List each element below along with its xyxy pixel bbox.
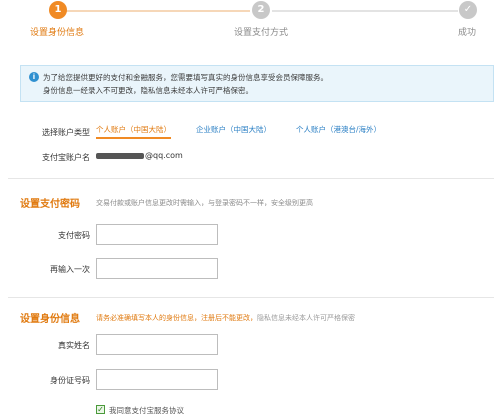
id-number-input[interactable] <box>96 369 218 390</box>
account-name-label: 支付宝账户名 <box>42 153 90 162</box>
real-name-input[interactable] <box>96 334 218 355</box>
progress-line-2 <box>272 10 458 12</box>
account-name-value: @qq.com <box>96 151 183 160</box>
confirm-password-input[interactable] <box>96 258 218 279</box>
step-3-label: 成功 <box>458 28 477 38</box>
notice-line-1: 为了给您提供更好的支付和金融服务，您需要填写真实的身份信息享受会员保障服务。 <box>43 73 328 82</box>
agreement-text[interactable]: 我同意支付宝服务协议 <box>109 405 184 414</box>
progress-line-1 <box>60 10 250 12</box>
notice-line-2: 身份信息一经录入不可更改，隐私信息未经本人许可严格保密。 <box>43 86 253 95</box>
info-icon: i <box>29 72 39 82</box>
identity-section-title: 设置身份信息 <box>20 314 80 325</box>
identity-hint-rest: 隐私信息未经本人许可严格保密 <box>257 314 355 322</box>
check-icon: ✓ <box>459 1 477 19</box>
identity-hint: 请务必准确填写本人的身份信息，注册后不能更改，隐私信息未经本人许可严格保密 <box>96 313 355 323</box>
section-divider <box>8 178 494 179</box>
agreement-checkbox[interactable]: ✓ <box>96 405 105 414</box>
masked-email-redaction <box>96 152 144 159</box>
account-type-personal-overseas[interactable]: 个人账户（港澳台/海外） <box>296 124 381 137</box>
id-number-label: 身份证号码 <box>50 376 90 385</box>
payment-password-input[interactable] <box>96 224 218 245</box>
step-2-label: 设置支付方式 <box>234 28 289 38</box>
step-1-label: 设置身份信息 <box>30 28 85 38</box>
step-2-badge: 2 <box>252 1 270 19</box>
info-notice: i 为了给您提供更好的支付和金融服务，您需要填写真实的身份信息享受会员保障服务。… <box>20 65 494 102</box>
confirm-password-label: 再输入一次 <box>50 265 90 274</box>
account-type-business-mainland[interactable]: 企业账户（中国大陆） <box>196 124 271 137</box>
payment-password-title: 设置支付密码 <box>20 199 80 210</box>
progress-steps: 1 设置身份信息 2 设置支付方式 ✓ 成功 <box>0 0 500 44</box>
payment-password-label: 支付密码 <box>58 231 90 240</box>
payment-password-hint: 交易付款或账户信息更改时需输入，与登录密码不一样，安全级别更高 <box>96 199 313 207</box>
account-type-personal-mainland[interactable]: 个人账户（中国大陆） <box>96 124 171 139</box>
account-name-suffix: @qq.com <box>145 151 183 160</box>
identity-hint-emphasis: 请务必准确填写本人的身份信息，注册后不能更改， <box>96 314 257 322</box>
step-1-badge: 1 <box>49 1 67 19</box>
section-divider <box>8 297 494 298</box>
account-type-label: 选择账户类型 <box>42 128 90 137</box>
real-name-label: 真实姓名 <box>58 341 90 350</box>
